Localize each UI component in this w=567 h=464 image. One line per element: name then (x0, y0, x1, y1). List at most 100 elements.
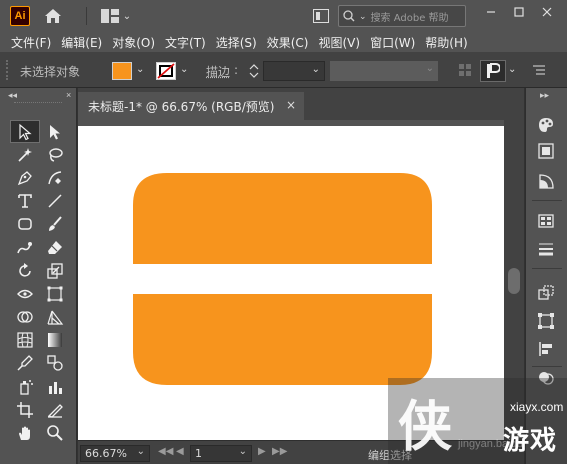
stroke-panel-icon[interactable] (535, 238, 557, 260)
hand-tool-icon[interactable] (10, 421, 40, 444)
color-guide-icon[interactable] (535, 170, 557, 192)
chevron-down-icon: ⌄ (359, 10, 367, 21)
paintbrush-tool-icon[interactable] (40, 213, 70, 236)
previous-artboard-icon[interactable]: ◀ (176, 446, 184, 457)
control-bar: 未选择对象 ⌄ ⌄ 描边 : ⌄ ⌄ ⌄ (0, 52, 567, 88)
column-graph-tool-icon[interactable] (40, 375, 70, 398)
mesh-tool-icon[interactable] (10, 329, 40, 352)
swatches-panel-icon[interactable] (535, 140, 557, 162)
home-icon[interactable] (42, 6, 64, 26)
panel-divider (532, 268, 562, 269)
menu-window[interactable]: 窗口(W) (365, 34, 420, 51)
stroke-label[interactable]: 描边 (206, 63, 230, 80)
artboard-number-value: 1 (195, 447, 202, 460)
chevron-down-icon: ⌄ (238, 446, 247, 457)
eyedropper-tool-icon[interactable] (10, 352, 40, 375)
scale-tool-icon[interactable] (40, 259, 70, 282)
document-tab-title: 未标题-1* @ 66.67% (RGB/预览) (88, 99, 275, 114)
maximize-button[interactable] (506, 3, 532, 21)
chevron-down-icon: ⌄ (136, 446, 145, 457)
watermark-site: xiayx.com (510, 400, 564, 414)
stroke-weight-stepper[interactable] (247, 61, 261, 81)
menu-file[interactable]: 文件(F) (6, 34, 56, 51)
menu-object[interactable]: 对象(O) (107, 34, 160, 51)
orange-shape-bottom-half (133, 294, 432, 385)
chevron-down-icon[interactable]: ⌄ (136, 64, 144, 75)
tools-panel: ◂◂ × (0, 88, 77, 464)
tools-panel-grip[interactable] (14, 102, 62, 106)
width-tool-icon[interactable] (10, 282, 40, 305)
rectangle-tool-icon[interactable] (10, 213, 40, 236)
menu-type[interactable]: 文字(T) (160, 34, 211, 51)
close-icon[interactable]: × (286, 98, 296, 112)
selection-tool-icon[interactable] (10, 120, 40, 144)
zoom-level-value: 66.67% (85, 447, 127, 460)
chevron-down-icon: ⌄ (311, 64, 320, 75)
artboard-number-field[interactable]: 1 ⌄ (190, 445, 252, 462)
curvature-tool-icon[interactable] (40, 166, 70, 189)
menu-view[interactable]: 视图(V) (313, 34, 365, 51)
eraser-tool-icon[interactable] (40, 236, 70, 259)
perspective-grid-tool-icon[interactable] (40, 306, 70, 329)
shaper-tool-icon[interactable] (10, 236, 40, 259)
watermark-glyph: 侠 (398, 394, 452, 458)
menu-edit[interactable]: 编辑(E) (56, 34, 107, 51)
libraries-panel-icon[interactable] (535, 210, 557, 232)
tool-grid (10, 120, 70, 445)
workspace-panel-icon[interactable] (312, 6, 330, 26)
menu-effect[interactable]: 效果(C) (262, 34, 314, 51)
stroke-label-colon: : (234, 63, 239, 77)
document-setup-icon (487, 63, 500, 78)
first-artboard-icon[interactable]: ◀◀ (158, 446, 173, 457)
transform-panel-icon[interactable] (535, 282, 557, 304)
search-help-field[interactable]: ⌄ 搜索 Adobe 帮助 (338, 5, 466, 27)
close-window-button[interactable] (534, 3, 560, 21)
collapse-panel-icon[interactable]: ◂◂ (8, 90, 17, 101)
fill-color-swatch[interactable] (112, 62, 132, 80)
minimize-button[interactable] (478, 3, 504, 21)
zoom-tool-icon[interactable] (40, 421, 70, 444)
chevron-down-icon[interactable]: ⌄ (508, 64, 516, 75)
type-tool-icon[interactable] (10, 190, 40, 213)
gradient-tool-icon[interactable] (40, 329, 70, 352)
menu-help[interactable]: 帮助(H) (420, 34, 472, 51)
orange-shape-top-half (133, 173, 432, 264)
watermark-name: 游戏 (503, 426, 558, 456)
line-segment-tool-icon[interactable] (40, 190, 70, 213)
align-panel-icon[interactable] (535, 310, 557, 332)
last-artboard-icon[interactable]: ▶▶ (272, 446, 287, 457)
chevron-down-icon: ⌄ (122, 10, 132, 22)
lasso-tool-icon[interactable] (40, 143, 70, 166)
search-icon (343, 10, 355, 22)
direct-selection-tool-icon[interactable] (40, 120, 70, 143)
control-bar-grip[interactable] (6, 60, 10, 80)
chevron-down-icon[interactable]: ⌄ (180, 64, 188, 75)
free-transform-tool-icon[interactable] (40, 282, 70, 305)
watermark: jingyan.baidu 侠 xiayx.com 游戏 (388, 378, 567, 464)
slice-tool-icon[interactable] (40, 398, 70, 421)
maximize-icon (514, 7, 524, 17)
arrange-documents-button[interactable]: ⌄ (98, 6, 134, 26)
shape-builder-tool-icon[interactable] (10, 306, 40, 329)
magic-wand-tool-icon[interactable] (10, 143, 40, 166)
next-artboard-icon[interactable]: ▶ (258, 446, 266, 457)
artboard-tool-icon[interactable] (10, 398, 40, 421)
rotate-tool-icon[interactable] (10, 259, 40, 282)
pen-tool-icon[interactable] (10, 166, 40, 189)
align-to-icon[interactable] (458, 63, 472, 80)
symbol-sprayer-tool-icon[interactable] (10, 375, 40, 398)
variable-width-profile-dropdown[interactable]: ⌄ (330, 61, 438, 81)
vertical-scrollbar-thumb[interactable] (508, 268, 520, 294)
distribute-panel-icon[interactable] (535, 338, 557, 360)
expand-panels-icon[interactable]: ▸▸ (540, 90, 549, 101)
blend-tool-icon[interactable] (40, 352, 70, 375)
stroke-color-swatch[interactable] (156, 62, 176, 80)
document-setup-button[interactable] (480, 60, 506, 82)
menu-select[interactable]: 选择(S) (211, 34, 262, 51)
zoom-level-field[interactable]: 66.67% ⌄ (80, 445, 150, 462)
stroke-weight-field[interactable]: ⌄ (263, 61, 325, 81)
panel-menu-icon[interactable] (533, 64, 545, 79)
document-tab[interactable]: 未标题-1* @ 66.67% (RGB/预览) × (78, 92, 304, 120)
color-panel-icon[interactable] (535, 114, 557, 136)
close-panel-icon[interactable]: × (66, 90, 71, 100)
